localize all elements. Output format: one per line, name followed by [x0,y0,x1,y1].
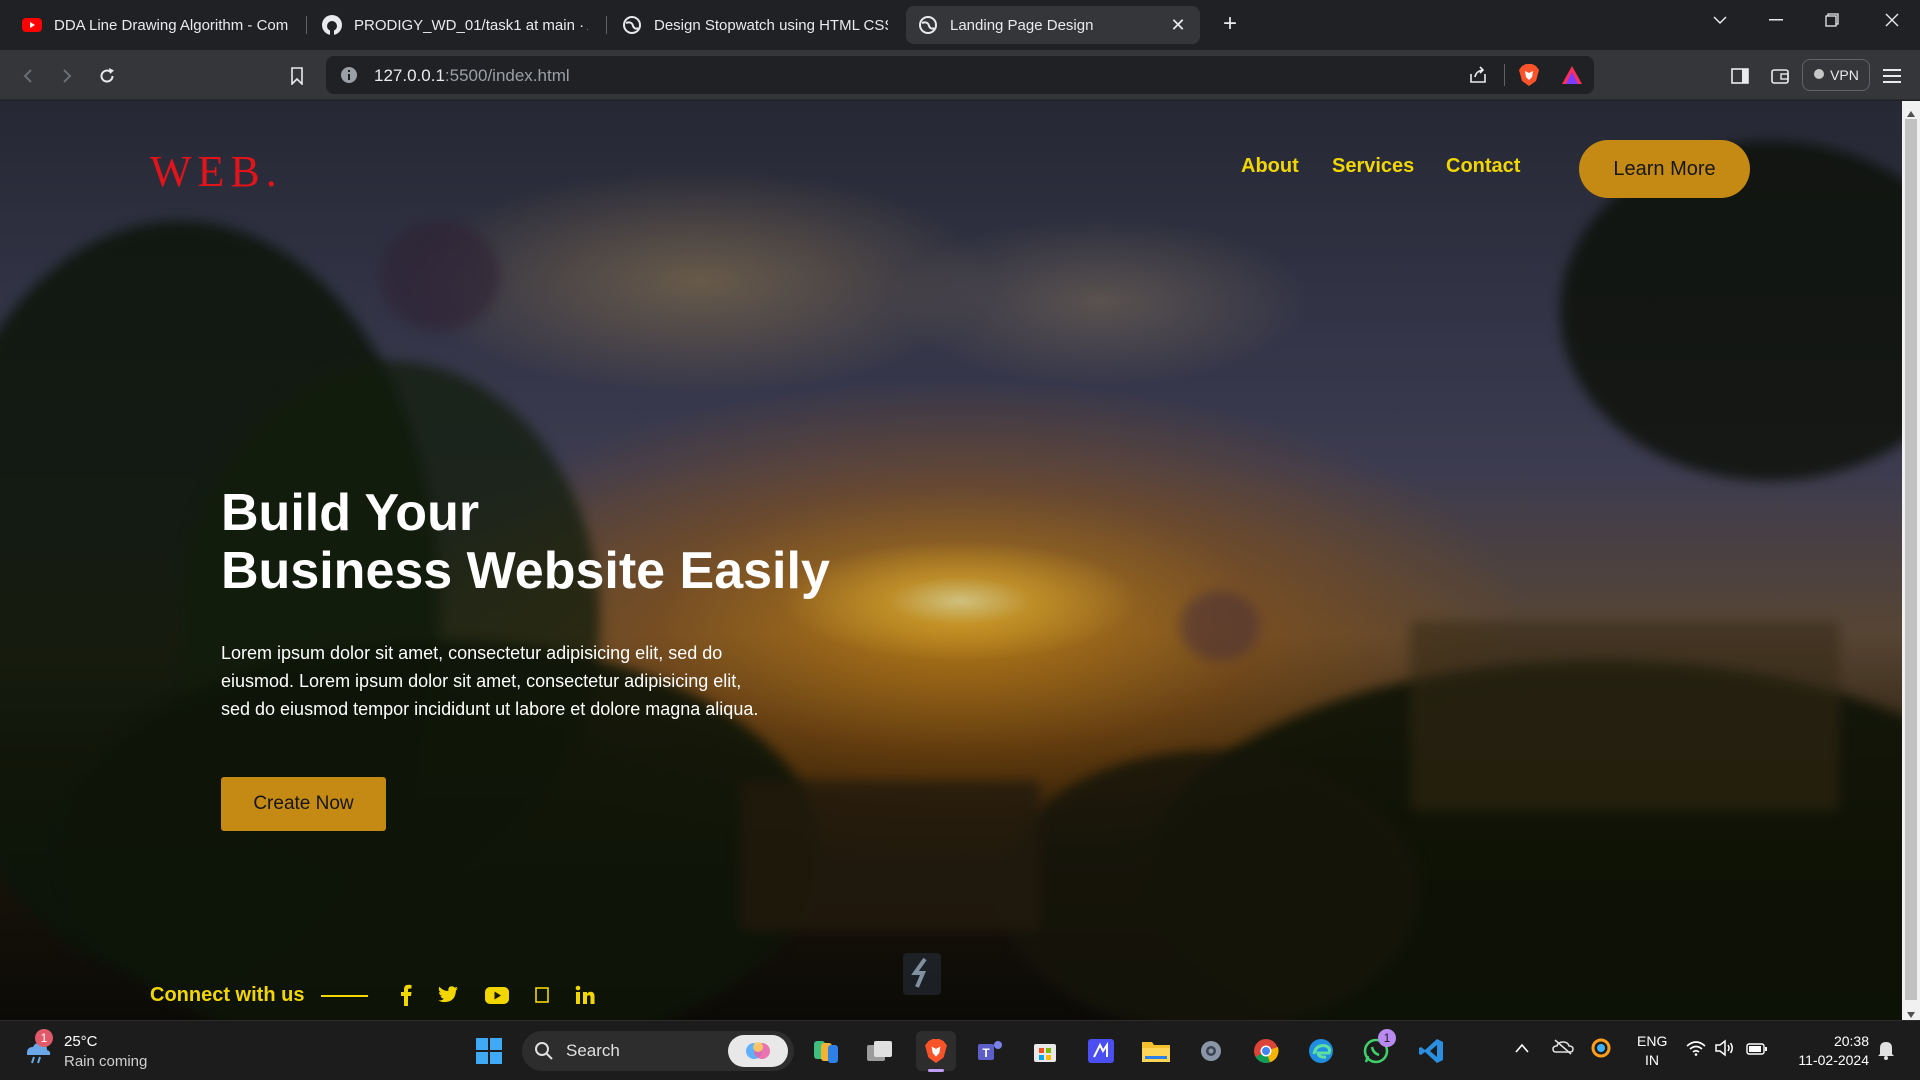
clock-time: 20:38 [1833,1033,1869,1049]
browser-toolbar: 127.0.0.1:5500/index.html VPN [0,50,1920,100]
globe-icon [918,15,938,35]
forward-icon[interactable] [53,62,81,90]
github-icon [322,15,342,35]
share-icon[interactable] [1468,65,1488,90]
taskbar-search[interactable]: Search [522,1031,794,1071]
restore-icon[interactable] [1804,0,1860,40]
nav-about[interactable]: About [1241,155,1299,178]
weather-desc: Rain coming [64,1053,148,1070]
globe-icon [622,15,642,35]
tab-dda-line[interactable]: DDA Line Drawing Algorithm - Comp [10,6,300,44]
weather-badge: 1 [35,1029,53,1047]
page-viewport: WEB. About Services Contact Learn More B… [0,101,1902,1020]
youtube-icon [22,15,42,35]
microsoft-store-icon[interactable] [1025,1031,1065,1071]
vpn-button[interactable]: VPN [1802,59,1870,91]
tab-title: Landing Page Design [950,16,1094,34]
instagram-icon[interactable] [528,981,556,1009]
hero-description: Lorem ipsum dolor sit amet, consectetur … [221,643,759,719]
clock[interactable]: 20:38 11-02-2024 [1779,1032,1869,1070]
tab-strip: DDA Line Drawing Algorithm - Comp PRODIG… [0,0,1920,50]
connect-divider [321,995,368,997]
close-tab-icon[interactable]: ✕ [1168,15,1188,36]
edge-icon[interactable] [1301,1031,1341,1071]
volume-icon[interactable] [1715,1039,1735,1062]
wifi-icon[interactable] [1686,1040,1706,1061]
whatsapp-icon[interactable]: 1 [1356,1029,1396,1071]
file-explorer-icon[interactable] [1136,1031,1176,1071]
lang-region: IN [1645,1052,1659,1068]
url-text: 127.0.0.1:5500/index.html [374,66,570,85]
tab-separator [306,16,307,34]
nav-services[interactable]: Services [1332,155,1414,178]
learn-more-button[interactable]: Learn More [1579,140,1750,198]
active-app-indicator [928,1069,944,1072]
task-view-icon[interactable] [860,1031,900,1071]
brave-rewards-icon[interactable] [1561,65,1583,90]
vpn-status-icon [1813,67,1825,83]
page-scrollbar[interactable] [1902,101,1920,1020]
copilot-app-icon[interactable] [806,1031,846,1071]
omnibox-divider [1504,64,1505,86]
brave-browser-icon[interactable] [916,1031,956,1072]
windows-start-icon[interactable] [469,1031,509,1071]
reload-icon[interactable] [93,62,121,90]
hero-headline: Build Your Business Website Easily [221,484,830,600]
copilot-icon[interactable] [728,1035,788,1067]
facebook-icon[interactable] [392,981,420,1009]
clock-date: 11-02-2024 [1798,1052,1869,1068]
weather-temp: 25°C [64,1033,98,1050]
search-icon [534,1041,554,1066]
back-icon[interactable] [14,62,42,90]
tab-title: Design Stopwatch using HTML CSS a [654,16,888,34]
wallet-icon[interactable] [1766,62,1794,90]
scroll-thumb[interactable] [1905,119,1917,1000]
bookmark-icon[interactable] [283,62,311,90]
address-bar[interactable]: 127.0.0.1:5500/index.html [326,56,1594,94]
chrome-icon[interactable] [1246,1031,1286,1071]
minimize-icon[interactable] [1748,0,1804,40]
battery-icon[interactable] [1746,1042,1768,1060]
close-window-icon[interactable] [1864,0,1920,40]
linkedin-icon[interactable] [571,981,599,1009]
vs-app-icon[interactable] [1081,1031,1121,1071]
site-info-icon[interactable] [340,66,358,89]
headline-line-1: Build Your [221,484,480,542]
tab-separator [606,16,607,34]
nav-contact[interactable]: Contact [1446,155,1520,178]
headline-line-2: Business Website Easily [221,542,830,600]
tab-stopwatch[interactable]: Design Stopwatch using HTML CSS a [610,6,900,44]
tab-title: PRODIGY_WD_01/task1 at main · AYU [354,16,588,34]
settings-gear-icon[interactable] [1191,1031,1231,1071]
create-now-button[interactable]: Create Now [221,777,386,831]
connect-label: Connect with us [150,984,305,1006]
teams-icon[interactable]: T [970,1031,1010,1071]
twitter-icon[interactable] [434,981,462,1009]
menu-icon[interactable] [1878,62,1906,90]
svg-text:T: T [982,1046,990,1060]
search-placeholder: Search [566,1041,620,1060]
new-tab-button[interactable]: + [1216,10,1244,38]
page-watermark-logo [903,953,941,995]
color-app-icon[interactable] [1591,1038,1611,1063]
language-indicator[interactable]: ENG IN [1637,1032,1667,1070]
vpn-label: VPN [1830,67,1859,83]
tab-title: DDA Line Drawing Algorithm - Comp [54,16,288,34]
show-hidden-icons[interactable] [1514,1041,1530,1059]
whatsapp-badge: 1 [1378,1029,1396,1047]
tab-github[interactable]: PRODIGY_WD_01/task1 at main · AYU [310,6,600,44]
tab-landing-page[interactable]: Landing Page Design ✕ [906,6,1200,44]
lang-code: ENG [1637,1033,1668,1049]
youtube-icon[interactable] [483,981,511,1009]
sidebar-icon[interactable] [1726,62,1754,90]
onedrive-offline-icon[interactable] [1552,1039,1574,1060]
windows-taskbar: 1 25°C Rain coming Search T 1 ENG IN 20:… [0,1020,1920,1080]
notification-bell-icon[interactable] [1877,1040,1895,1065]
tab-search-icon[interactable] [1692,0,1748,40]
site-logo[interactable]: WEB. [150,146,283,197]
brave-shields-icon[interactable] [1518,63,1540,92]
vscode-icon[interactable] [1411,1031,1451,1071]
